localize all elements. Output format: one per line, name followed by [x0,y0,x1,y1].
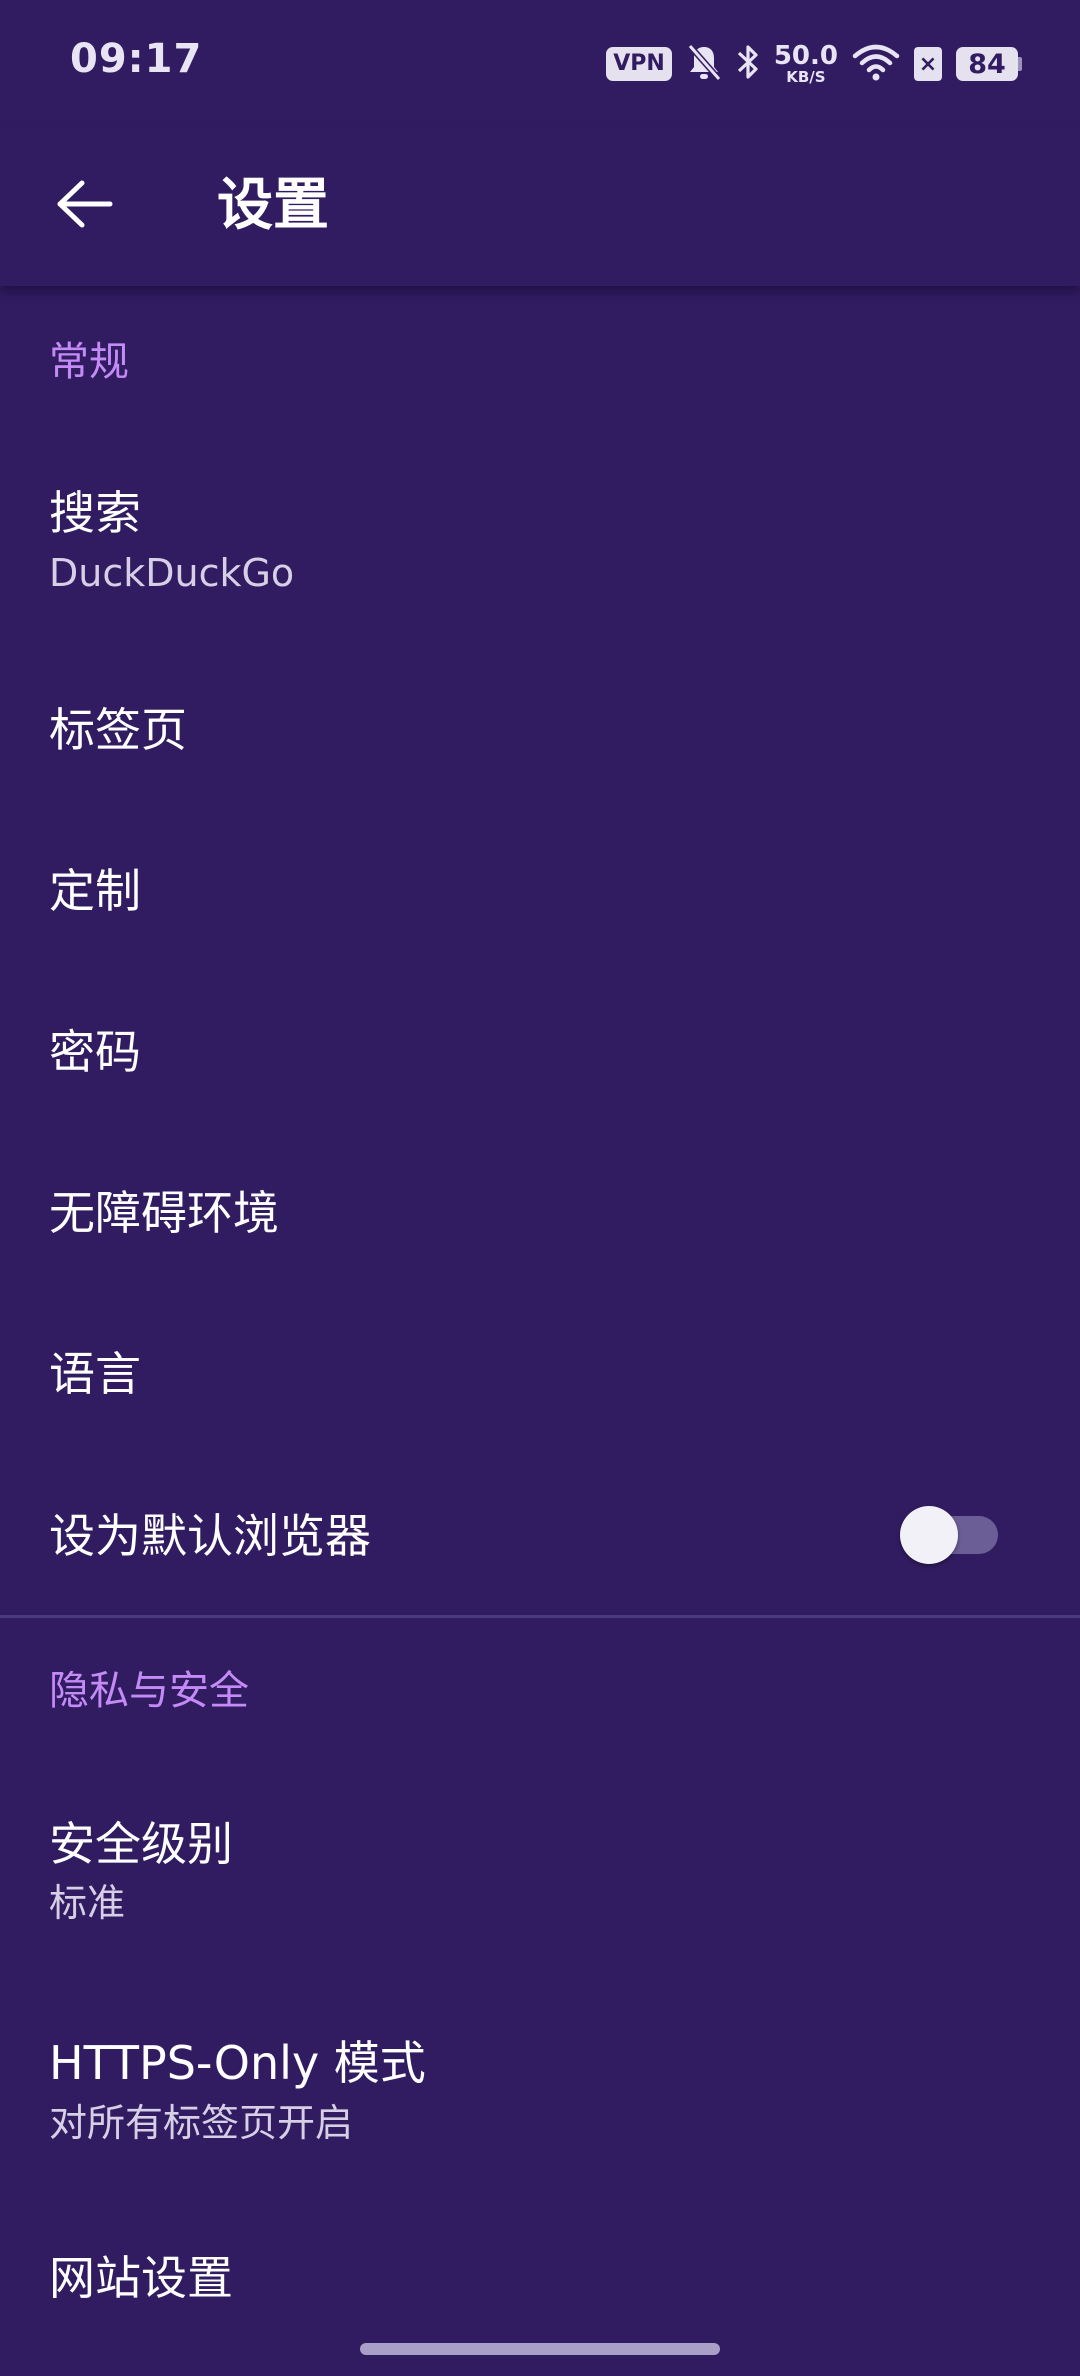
battery-level: 84 [956,47,1018,81]
settings-item-accessibility-title: 无障碍环境 [49,1186,279,1240]
settings-item-site-settings-title: 网站设置 [49,2251,233,2305]
settings-item-site-settings[interactable]: 网站设置 [0,2218,1080,2343]
settings-item-search-title: 搜索 [49,486,141,540]
home-indicator[interactable] [360,2343,720,2355]
back-button[interactable] [40,170,128,242]
toggle-thumb [900,1506,958,1564]
settings-item-security-level-title: 安全级别 [49,1817,233,1871]
status-icons: VPN 50.0 KB/S × 84 [606,38,1022,90]
settings-item-tabs-title: 标签页 [49,703,187,757]
settings-item-passwords-title: 密码 [49,1025,141,1079]
settings-item-language-title: 语言 [49,1347,141,1401]
page-title: 设置 [217,173,329,238]
section-divider [0,1615,1080,1618]
settings-item-security-level[interactable]: 安全级别 标准 [0,1770,1080,1950]
network-speed-unit: KB/S [786,68,826,86]
settings-item-search-subtitle: DuckDuckGo [49,551,295,595]
settings-item-accessibility[interactable]: 无障碍环境 [0,1150,1080,1275]
network-speed: 50.0 KB/S [774,43,838,85]
settings-item-tabs[interactable]: 标签页 [0,670,1080,795]
settings-item-https-only-title: HTTPS-Only 模式 [49,2036,426,2090]
settings-item-customize-title: 定制 [49,864,141,918]
bell-muted-icon [686,42,722,86]
settings-item-search[interactable]: 搜索 DuckDuckGo [0,440,1080,620]
section-header-privacy: 隐私与安全 [49,1668,249,1714]
settings-screen: 09:17 VPN 50.0 KB/S × 84 设置 常规 搜索 DuckDu… [0,0,1080,2376]
app-bar: 设置 [0,126,1080,286]
vpn-icon: VPN [606,47,672,81]
no-sim-icon: × [914,47,942,81]
settings-item-security-level-subtitle: 标准 [49,1881,126,1925]
bluetooth-icon [736,42,760,86]
status-bar: 09:17 VPN 50.0 KB/S × 84 [0,0,1080,126]
status-time: 09:17 [70,36,203,82]
default-browser-toggle[interactable] [900,1506,1000,1564]
settings-item-passwords[interactable]: 密码 [0,990,1080,1115]
battery-icon: 84 [956,47,1022,81]
settings-item-https-only-subtitle: 对所有标签页开启 [49,2101,354,2145]
settings-item-https-only[interactable]: HTTPS-Only 模式 对所有标签页开启 [0,1990,1080,2170]
wifi-icon [852,42,900,86]
network-speed-value: 50.0 [773,41,838,71]
section-header-general: 常规 [49,339,129,385]
arrow-left-icon [54,179,114,233]
settings-item-customize[interactable]: 定制 [0,830,1080,955]
settings-item-default-browser-title: 设为默认浏览器 [49,1509,371,1563]
settings-item-language[interactable]: 语言 [0,1312,1080,1437]
